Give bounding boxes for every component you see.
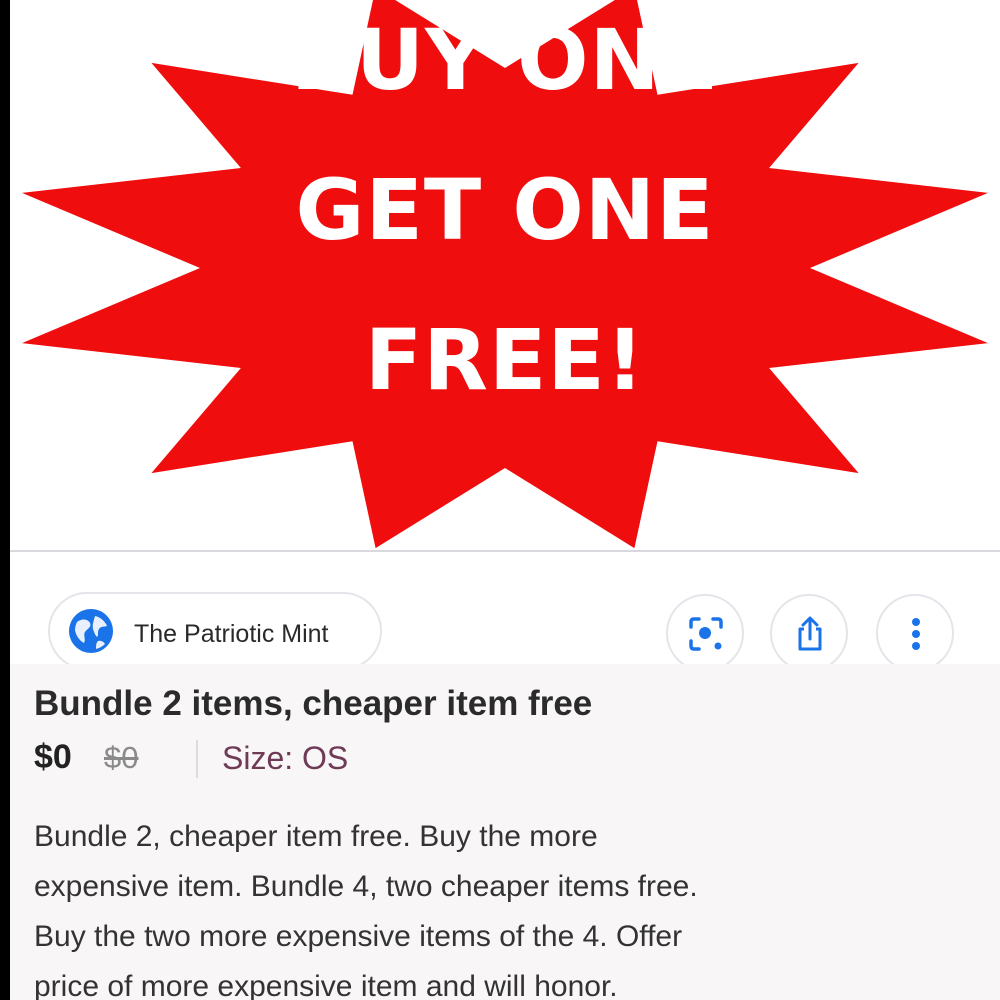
share-icon bbox=[798, 616, 822, 651]
description-line: Bundle 2, cheaper item free. Buy the mor… bbox=[34, 820, 598, 853]
more-options-button[interactable] bbox=[876, 594, 954, 672]
listing-price: $0 bbox=[34, 738, 72, 776]
promo-line-3: FREE! bbox=[364, 311, 646, 409]
listing-details: Bundle 2 items, cheaper item free $0 $0 … bbox=[10, 664, 1000, 1000]
listing-description: Bundle 2, cheaper item free. Buy the mor… bbox=[34, 812, 984, 1000]
more-vertical-icon bbox=[912, 618, 920, 650]
promo-line-1: BUY ONE bbox=[290, 11, 720, 109]
listing-title: Bundle 2 items, cheaper item free bbox=[34, 684, 593, 723]
description-line: expensive item. Bundle 4, two cheaper it… bbox=[34, 870, 698, 903]
image-search-icon bbox=[689, 617, 723, 651]
visual-search-button[interactable] bbox=[666, 594, 744, 672]
description-line: price of more expensive item and will ho… bbox=[34, 970, 618, 1000]
promo-line-2: GET ONE bbox=[295, 161, 715, 259]
action-bar: The Patriotic Mint bbox=[10, 552, 1000, 672]
seller-chip[interactable]: The Patriotic Mint bbox=[48, 592, 382, 670]
seller-name: The Patriotic Mint bbox=[134, 620, 329, 648]
share-button[interactable] bbox=[770, 594, 848, 672]
original-price: $0 bbox=[104, 740, 139, 775]
globe-icon bbox=[69, 609, 113, 653]
screen: BUY ONE GET ONE FREE! The Patriotic Mint bbox=[10, 0, 1000, 1000]
promo-image[interactable]: BUY ONE GET ONE FREE! bbox=[10, 0, 1000, 552]
price-separator bbox=[196, 740, 198, 778]
size-label: Size: OS bbox=[222, 740, 349, 776]
description-line: Buy the two more expensive items of the … bbox=[34, 920, 683, 953]
